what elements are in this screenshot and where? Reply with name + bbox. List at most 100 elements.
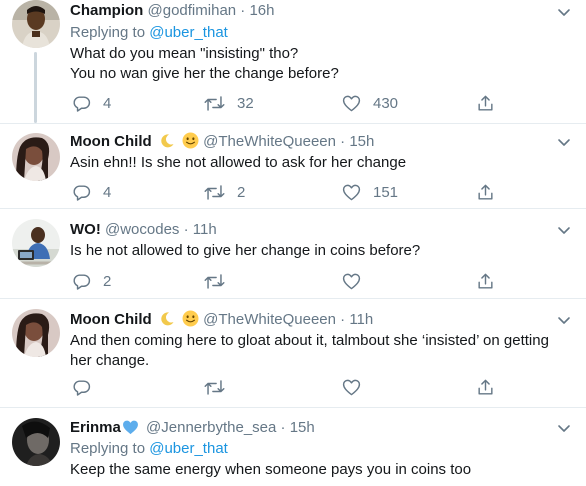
heart-icon xyxy=(342,273,361,289)
share-button[interactable] xyxy=(476,92,495,114)
tweet-actions: 4 32 430 xyxy=(70,92,510,114)
like-button[interactable] xyxy=(342,270,373,292)
retweet-icon xyxy=(204,379,225,395)
tweet-header: Champion @godfimihan · 16h xyxy=(70,1,275,21)
tweet-text-line: Is he not allowed to give her change in … xyxy=(70,242,421,259)
user-handle[interactable]: @wocodes xyxy=(105,221,179,238)
tweet-erinma[interactable]: Erinma @Jennerbythe_sea · 15h Replying t… xyxy=(0,408,586,486)
reply-icon xyxy=(73,184,91,201)
display-name[interactable]: Erinma xyxy=(70,419,121,436)
tweet-header: Moon Child @TheWhiteQueeen · 11h xyxy=(70,310,373,333)
like-button[interactable] xyxy=(342,376,373,398)
reply-icon xyxy=(73,273,91,290)
tweet-text-line: What do you mean "insisting" tho? xyxy=(70,45,299,62)
reply-button[interactable]: 2 xyxy=(72,270,111,292)
tweet-header: WO! @wocodes · 11h xyxy=(70,220,217,240)
tweet-moon-child-2[interactable]: Moon Child @TheWhiteQueeen · 11h And the… xyxy=(0,299,586,407)
smiling-face-icon xyxy=(182,310,199,333)
more-options-chevron-icon[interactable] xyxy=(556,4,572,20)
tweet-timestamp[interactable]: 15h xyxy=(349,133,374,150)
retweet-icon xyxy=(204,95,225,111)
retweet-icon xyxy=(204,273,225,289)
reply-count: 4 xyxy=(103,94,112,112)
share-button[interactable] xyxy=(476,270,495,292)
tweet-text: What do you mean "insisting" tho? You no… xyxy=(70,44,570,84)
tweet-timestamp[interactable]: 15h xyxy=(290,419,315,436)
replying-to: Replying to @uber_that xyxy=(70,439,228,459)
reply-icon xyxy=(73,95,91,112)
retweet-count: 32 xyxy=(237,94,254,112)
avatar-moon-child[interactable] xyxy=(12,133,60,181)
avatar-erinma[interactable] xyxy=(12,418,60,466)
blue-heart-icon xyxy=(122,419,139,441)
crescent-moon-icon xyxy=(159,133,175,155)
replying-to: Replying to @uber_that xyxy=(70,23,228,43)
tweet-text-line: her change. xyxy=(70,352,150,369)
display-name[interactable]: Champion xyxy=(70,2,143,19)
separator-dot: · xyxy=(240,2,246,19)
display-name[interactable]: Moon Child xyxy=(70,311,152,328)
tweet-timestamp[interactable]: 16h xyxy=(249,2,274,19)
tweet-text: And then coming here to gloat about it, … xyxy=(70,331,570,371)
reply-button[interactable] xyxy=(72,376,103,398)
reply-count: 2 xyxy=(103,272,112,290)
share-icon xyxy=(478,184,493,200)
reply-button[interactable]: 4 xyxy=(72,181,111,203)
tweet-moon-child[interactable]: Moon Child @TheWhiteQueeen · 15h Asin eh… xyxy=(0,124,586,208)
more-options-chevron-icon[interactable] xyxy=(556,222,572,238)
tweet-timestamp[interactable]: 11h xyxy=(193,221,217,238)
like-count: 430 xyxy=(373,94,399,112)
separator-dot: · xyxy=(340,311,346,328)
tweet-header: Moon Child @TheWhiteQueeen · 15h xyxy=(70,132,374,155)
like-count: 151 xyxy=(373,183,399,201)
user-handle[interactable]: @TheWhiteQueeen xyxy=(203,311,336,328)
tweet-actions: 2 xyxy=(70,270,510,292)
display-name[interactable]: Moon Child xyxy=(70,133,152,150)
replying-to-handle-link[interactable]: @uber_that xyxy=(149,440,228,457)
replying-to-handle-link[interactable]: @uber_that xyxy=(149,24,228,41)
avatar-champion[interactable] xyxy=(12,0,60,48)
separator-dot: · xyxy=(183,221,189,238)
display-name[interactable]: WO! xyxy=(70,221,101,238)
replying-to-label: Replying to xyxy=(70,24,150,41)
avatar-moon-child[interactable] xyxy=(12,309,60,357)
heart-icon xyxy=(342,379,361,395)
retweet-button[interactable] xyxy=(204,376,237,398)
more-options-chevron-icon[interactable] xyxy=(556,134,572,150)
smiling-face-icon xyxy=(182,132,199,155)
tweet-text: Asin ehn!! Is she not allowed to ask for… xyxy=(70,153,570,173)
crescent-moon-icon xyxy=(159,311,175,333)
like-button[interactable]: 151 xyxy=(342,181,398,203)
like-button[interactable]: 430 xyxy=(342,92,398,114)
user-handle[interactable]: @Jennerbythe_sea xyxy=(146,419,276,436)
heart-icon xyxy=(342,184,361,200)
tweet-timestamp[interactable]: 11h xyxy=(349,311,373,328)
retweet-count: 2 xyxy=(237,183,246,201)
retweet-button[interactable] xyxy=(204,270,237,292)
separator-dot: · xyxy=(340,133,346,150)
tweet-header: Erinma @Jennerbythe_sea · 15h xyxy=(70,418,315,441)
share-icon xyxy=(478,273,493,289)
share-button[interactable] xyxy=(476,181,495,203)
more-options-chevron-icon[interactable] xyxy=(556,312,572,328)
share-button[interactable] xyxy=(476,376,495,398)
tweet-actions xyxy=(70,376,510,398)
more-options-chevron-icon[interactable] xyxy=(556,420,572,436)
user-handle[interactable]: @TheWhiteQueeen xyxy=(203,133,336,150)
replying-to-label: Replying to xyxy=(70,440,150,457)
tweet-text: Keep the same energy when someone pays y… xyxy=(70,460,570,480)
tweet-wo[interactable]: WO! @wocodes · 11h Is he not allowed to … xyxy=(0,209,586,298)
tweet-champion[interactable]: Champion @godfimihan · 16h Replying to @… xyxy=(0,0,586,123)
tweet-text-line: You no wan give her the change before? xyxy=(70,65,339,82)
tweet-text: Is he not allowed to give her change in … xyxy=(70,241,570,261)
separator-dot: · xyxy=(280,419,286,436)
avatar-wo[interactable] xyxy=(12,219,60,267)
heart-icon xyxy=(342,95,361,111)
tweet-text-line: Asin ehn!! Is she not allowed to ask for… xyxy=(70,154,407,171)
reply-button[interactable]: 4 xyxy=(72,92,111,114)
user-handle[interactable]: @godfimihan xyxy=(148,2,237,19)
retweet-button[interactable]: 2 xyxy=(204,181,245,203)
reply-icon xyxy=(73,379,91,396)
retweet-icon xyxy=(204,184,225,200)
retweet-button[interactable]: 32 xyxy=(204,92,254,114)
